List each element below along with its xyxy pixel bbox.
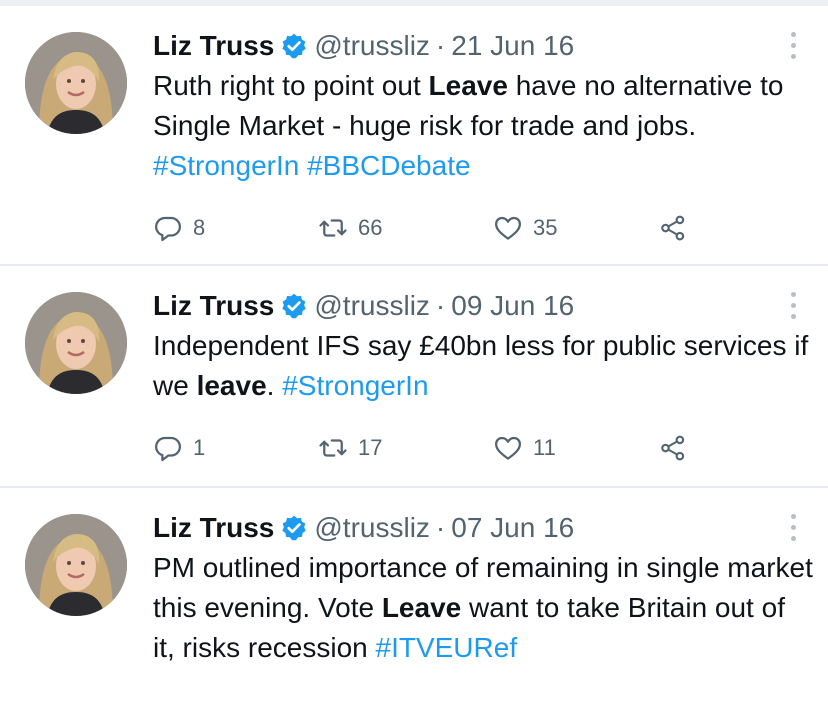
- avatar-image: [25, 514, 127, 616]
- like-button[interactable]: 35: [493, 208, 557, 248]
- reply-button[interactable]: 8: [153, 208, 205, 248]
- verified-badge-icon: [282, 515, 307, 541]
- avatar[interactable]: [25, 514, 127, 616]
- retweet-icon: [319, 439, 347, 457]
- more-options-icon[interactable]: [788, 32, 798, 62]
- retweet-count: 17: [358, 435, 383, 460]
- share-icon: [661, 435, 685, 461]
- tweet-card[interactable]: Liz Truss @trussliz · 09 Jun 16 Independent…: [0, 266, 828, 487]
- reply-count: 1: [193, 435, 206, 460]
- retweet-button[interactable]: 17: [318, 428, 382, 468]
- retweet-count: 66: [358, 215, 383, 240]
- author-handle[interactable]: @trussliz: [314, 512, 430, 543]
- tweet-date[interactable]: 07 Jun 16: [451, 512, 574, 543]
- tweet-header: Liz Truss @trussliz · 21 Jun 16: [153, 26, 574, 66]
- text-segment: .: [266, 370, 283, 401]
- hashtag-link[interactable]: #StrongerIn: [153, 150, 299, 181]
- reply-icon: [155, 436, 181, 462]
- reply-button[interactable]: 1: [153, 428, 205, 468]
- separator-dot: ·: [435, 30, 446, 61]
- retweet-button[interactable]: 66: [318, 208, 382, 248]
- hashtag-link[interactable]: #ITVEURef: [376, 632, 518, 663]
- verified-badge-icon: [282, 293, 307, 319]
- more-options-icon[interactable]: [788, 292, 798, 322]
- verified-badge-icon: [282, 33, 307, 59]
- tweet-date[interactable]: 09 Jun 16: [451, 290, 574, 321]
- tweet-text: Independent IFS say £40bn less for publi…: [153, 326, 813, 406]
- author-name[interactable]: Liz Truss: [153, 30, 274, 61]
- tweet-card[interactable]: Liz Truss @trussliz · 21 Jun 16 Ruth right …: [0, 6, 828, 265]
- share-icon: [661, 215, 685, 241]
- avatar[interactable]: [25, 292, 127, 394]
- avatar-image: [25, 292, 127, 394]
- retweet-icon: [319, 219, 347, 237]
- tweet-header: Liz Truss @trussliz · 07 Jun 16: [153, 508, 574, 548]
- author-name[interactable]: Liz Truss: [153, 512, 274, 543]
- action-bar: 1 17 11: [153, 428, 713, 468]
- like-count: 35: [533, 215, 558, 240]
- bold-text: Leave: [428, 70, 508, 101]
- more-options-icon[interactable]: [788, 514, 798, 544]
- reply-icon: [155, 216, 181, 242]
- author-name[interactable]: Liz Truss: [153, 290, 274, 321]
- tweet-card[interactable]: Liz Truss @trussliz · 07 Jun 16 PM outlined…: [0, 488, 828, 722]
- avatar[interactable]: [25, 32, 127, 134]
- share-button[interactable]: [658, 428, 688, 468]
- like-icon: [495, 216, 521, 240]
- hashtag-link[interactable]: #StrongerIn: [282, 370, 428, 401]
- hashtag-link[interactable]: #BBCDebate: [307, 150, 470, 181]
- like-button[interactable]: 11: [493, 428, 556, 468]
- text-segment: [299, 150, 307, 181]
- text-segment: Ruth right to point out: [153, 70, 429, 101]
- author-handle[interactable]: @trussliz: [314, 30, 430, 61]
- tweet-text: PM outlined importance of remaining in s…: [153, 548, 813, 668]
- like-icon: [495, 436, 521, 460]
- separator-dot: ·: [435, 512, 446, 543]
- separator-dot: ·: [435, 290, 446, 321]
- share-button[interactable]: [658, 208, 688, 248]
- like-count: 11: [533, 435, 556, 460]
- action-bar: 8 66 35: [153, 208, 713, 248]
- reply-count: 8: [193, 215, 206, 240]
- bold-text: leave: [196, 370, 267, 401]
- tweet-date[interactable]: 21 Jun 16: [451, 30, 574, 61]
- tweet-text: Ruth right to point out Leave have no al…: [153, 66, 813, 186]
- tweet-header: Liz Truss @trussliz · 09 Jun 16: [153, 286, 574, 326]
- author-handle[interactable]: @trussliz: [314, 290, 430, 321]
- bold-text: Leave: [381, 592, 462, 623]
- avatar-image: [25, 32, 127, 134]
